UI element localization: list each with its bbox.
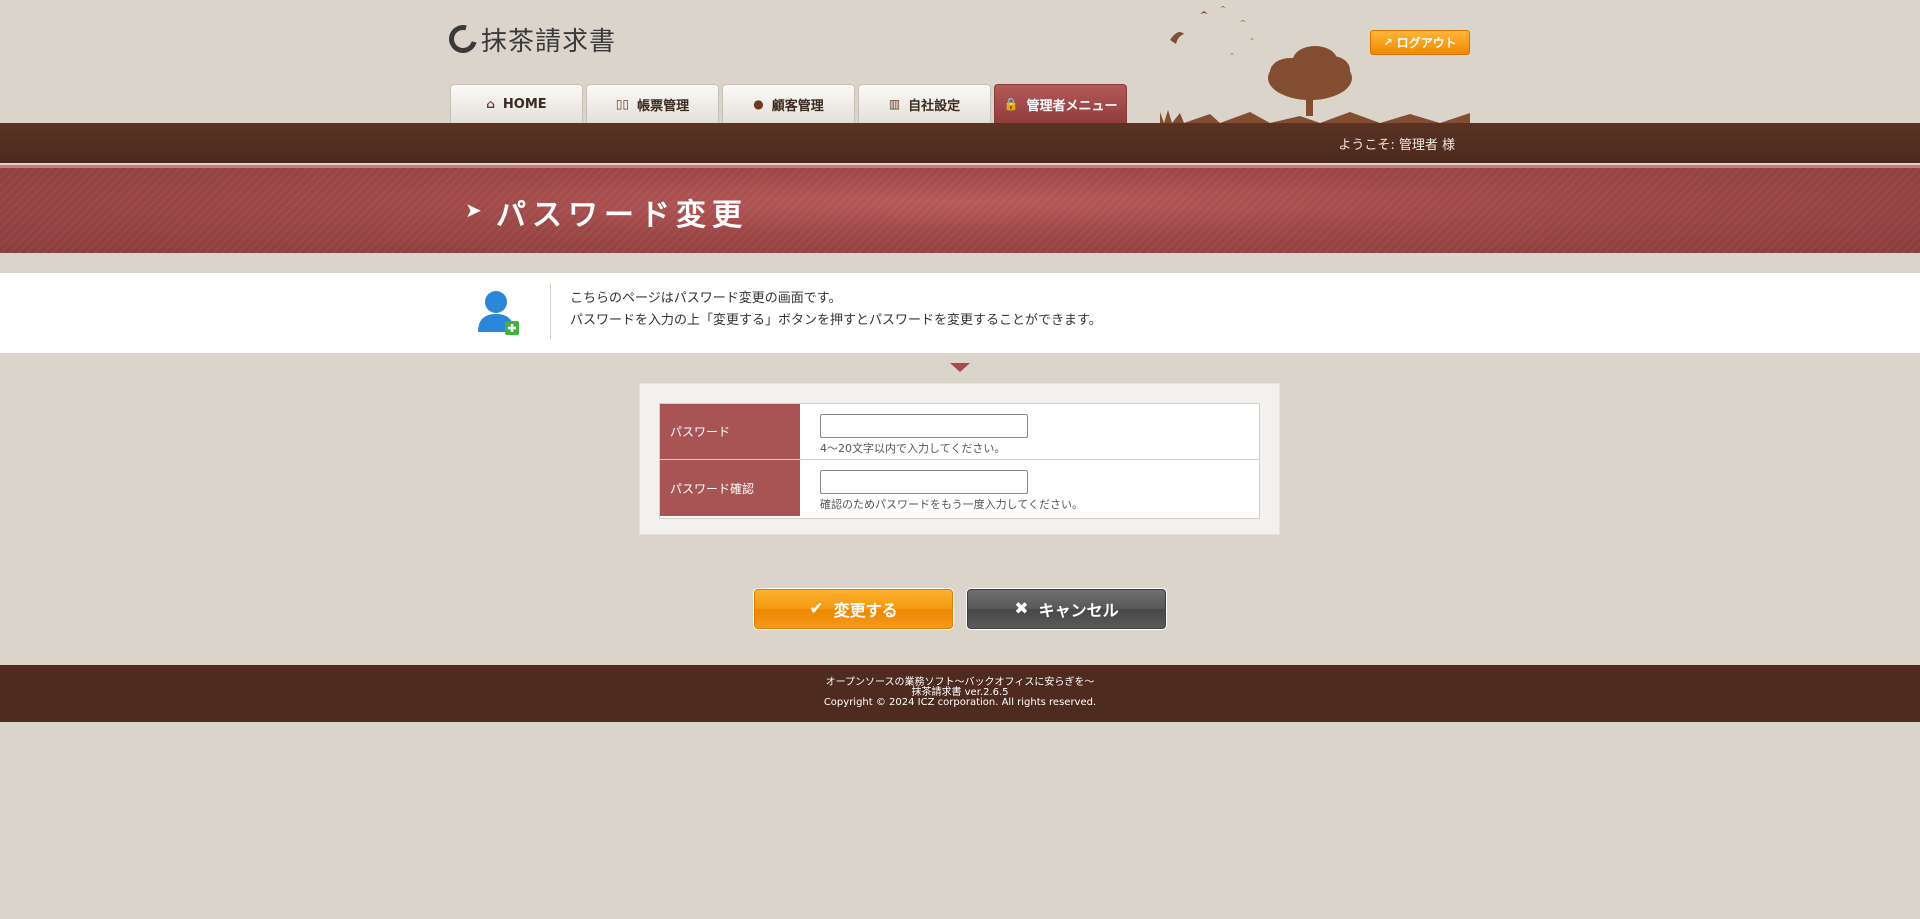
- tab-label: 自社設定: [908, 98, 961, 114]
- title-arrow-icon: ➤: [465, 198, 482, 222]
- password-label: パスワード: [660, 404, 800, 459]
- password-field-cell: 4～20文字以内で入力してください。: [800, 404, 1028, 459]
- form-row-password: パスワード 4～20文字以内で入力してください。: [660, 404, 1259, 460]
- building-icon: ▥: [888, 97, 901, 111]
- tab-label: 帳票管理: [637, 98, 690, 114]
- password-confirm-field-cell: 確認のためパスワードをもう一度入力してください。: [800, 460, 1083, 516]
- lock-icon: 🔒: [1003, 97, 1019, 111]
- person-icon: ●: [753, 97, 764, 111]
- password-confirm-label: パスワード確認: [660, 460, 800, 516]
- title-band: ➤ パスワード変更: [0, 165, 1920, 253]
- logout-button[interactable]: ↗ ログアウト: [1370, 30, 1470, 55]
- cancel-button-label: キャンセル: [1038, 601, 1119, 620]
- info-line-1: こちらのページはパスワード変更の画面です。: [570, 291, 842, 306]
- logo-mark-icon: [443, 19, 483, 59]
- home-icon: ⌂: [486, 97, 495, 111]
- password-hint: 4～20文字以内で入力してください。: [820, 442, 1006, 455]
- external-link-icon: ↗: [1383, 36, 1393, 49]
- main-tabs: ⌂ HOME ▯▯ 帳票管理 ● 顧客管理 ▥ 自社設定 🔒 管理者メニュー: [450, 84, 1127, 123]
- password-form: パスワード 4～20文字以内で入力してください。 パスワード確認 確認のためパス…: [639, 383, 1280, 535]
- change-button-label: 変更する: [833, 601, 898, 620]
- cancel-button[interactable]: ✖ キャンセル: [967, 589, 1166, 629]
- header: 抹茶請求書 ↗ ログアウト ⌂ HOME ▯▯ 帳票管理 ● 顧客管理 ▥ 自社…: [0, 0, 1920, 123]
- tab-admin-menu[interactable]: 🔒 管理者メニュー: [994, 84, 1127, 123]
- info-divider: [550, 283, 551, 339]
- book-icon: ▯▯: [615, 97, 630, 111]
- logo-text: 抹茶請求書: [481, 26, 617, 57]
- page-title: パスワード変更: [496, 198, 748, 233]
- tab-company-settings[interactable]: ▥ 自社設定: [858, 84, 991, 123]
- form-row-password-confirm: パスワード確認 確認のためパスワードをもう一度入力してください。: [660, 460, 1259, 516]
- logout-label: ログアウト: [1396, 36, 1457, 50]
- top-bar: ようこそ: 管理者 様: [0, 123, 1920, 163]
- change-button[interactable]: ✔ 変更する: [754, 589, 953, 629]
- tab-label: 管理者メニュー: [1026, 98, 1118, 114]
- user-add-icon: [478, 291, 519, 335]
- tree-illustration: [1160, 6, 1470, 123]
- tab-home[interactable]: ⌂ HOME: [450, 84, 583, 123]
- tab-customers[interactable]: ● 顧客管理: [722, 84, 855, 123]
- footer: オープンソースの業務ソフト～バックオフィスに安らぎを～ 抹茶請求書 ver.2.…: [0, 665, 1920, 722]
- tab-label: 顧客管理: [771, 98, 824, 114]
- check-icon: ✔: [809, 599, 824, 619]
- form-table: パスワード 4～20文字以内で入力してください。 パスワード確認 確認のためパス…: [659, 403, 1260, 519]
- password-input[interactable]: [820, 414, 1028, 438]
- password-confirm-input[interactable]: [820, 470, 1028, 494]
- info-band: こちらのページはパスワード変更の画面です。 パスワードを入力の上「変更する」ボタ…: [0, 273, 1920, 353]
- info-text: こちらのページはパスワード変更の画面です。 パスワードを入力の上「変更する」ボタ…: [570, 288, 1102, 332]
- welcome-text: ようこそ: 管理者 様: [1338, 138, 1455, 153]
- footer-copyright: Copyright © 2024 ICZ corporation. All ri…: [823, 697, 1097, 708]
- app-logo[interactable]: 抹茶請求書: [443, 19, 617, 59]
- tab-label: HOME: [502, 96, 547, 112]
- close-icon: ✖: [1014, 599, 1029, 619]
- info-line-2: パスワードを入力の上「変更する」ボタンを押すとパスワードを変更することができます…: [570, 313, 1102, 328]
- password-confirm-hint: 確認のためパスワードをもう一度入力してください。: [820, 498, 1084, 511]
- tab-documents[interactable]: ▯▯ 帳票管理: [586, 84, 719, 123]
- caret-down-icon: [950, 363, 970, 372]
